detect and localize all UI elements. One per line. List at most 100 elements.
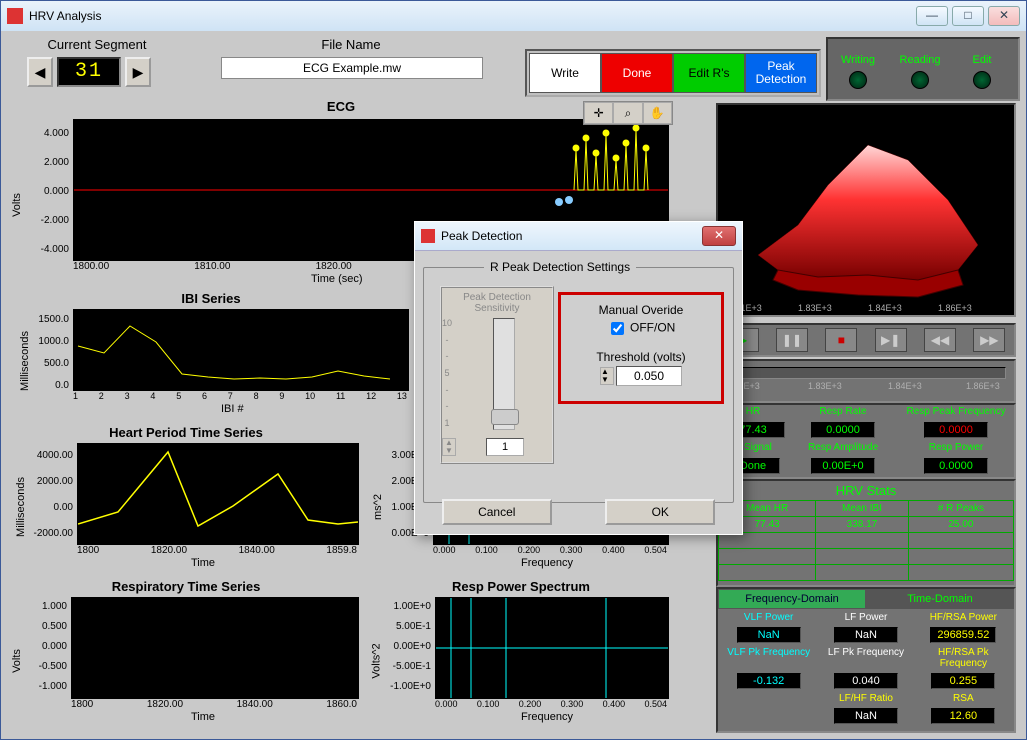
edit-rs-button[interactable]: Edit R's [673,53,745,93]
tab-time-domain[interactable]: Time-Domain [866,589,1014,609]
lf-power-value: NaN [834,627,898,643]
resppow-value: 0.0000 [924,458,988,474]
ecg-title: ECG [11,99,671,115]
dialog-icon [421,229,435,243]
resp-xlabel: Time [191,711,215,723]
hpps-xlabel: Frequency [521,557,573,569]
ibi-title: IBI Series [11,291,411,307]
time-slider[interactable]: 1.81E+3 1.83E+3 1.84E+3 1.86E+3 [716,359,1016,403]
titlebar: HRV Analysis — □ ✕ [1,1,1026,32]
rpps-chart: Resp Power Spectrum Volts^2 1.00E+05.00E… [371,579,671,729]
cancel-button[interactable]: Cancel [442,499,552,525]
resp-chart: Respiratory Time Series Volts 1.0000.500… [11,579,361,729]
hpts-chart: Heart Period Time Series Milliseconds 40… [11,425,361,575]
hf-power-value: 296859.52 [930,627,996,643]
pause-button[interactable]: ❚❚ [776,328,808,352]
ibi-chart: IBI Series Milliseconds 1500.0 1000.0 50… [11,291,411,421]
threshold-label: Threshold (volts) [561,350,721,364]
rpps-title: Resp Power Spectrum [371,579,671,595]
segment-next-button[interactable]: ▶ [125,57,151,87]
threshold-spinner[interactable]: ▲▼ [600,367,614,385]
rewind-button[interactable]: ◀◀ [924,328,956,352]
plot-toolbar: ✛ ⌕ ✋ [583,101,673,125]
peak-detection-button[interactable]: Peak Detection [745,53,817,93]
sensitivity-box: Peak Detection Sensitivity 10--5-- 1 ▲▼ … [440,286,554,464]
rpps-ylabel: Volts^2 [371,643,383,678]
segment-value[interactable]: 31 [57,57,121,87]
hpts-xlabel: Time [191,557,215,569]
hrv-stats-title: HRV Stats [718,481,1014,500]
hrv-stats-table: Mean HRMean IBI# R Peaks 77.43338.1725.0… [718,500,1014,581]
lfhf-ratio-value: NaN [834,708,898,724]
playback-controls: ▶ ❚❚ ■ ▶❚ ◀◀ ▶▶ [716,323,1016,357]
reading-led [911,71,929,89]
reading-led-label: Reading [898,53,943,67]
segment-label: Current Segment [27,37,167,52]
hpps-ylabel: ms^2 [372,494,384,520]
realtime-stats: HR Resp Rate Resp Peak Frequency 77.43 0… [716,403,1016,479]
dialog-title: Peak Detection [441,229,702,243]
sensitivity-value[interactable]: 1 [486,438,524,456]
hpts-plot[interactable] [77,443,359,545]
window-title: HRV Analysis [29,9,916,23]
override-checkbox[interactable] [611,322,624,335]
main-body: Current Segment ◀ 31 ▶ File Name ECG Exa… [1,31,1026,739]
filename-label: File Name [251,37,451,52]
group-legend: R Peak Detection Settings [484,260,636,274]
rpps-plot[interactable] [435,597,669,699]
ibi-xlabel: IBI # [221,403,244,415]
pan-tool-icon[interactable]: ✋ [643,102,672,124]
edit-led-label: Edit [971,53,994,67]
hf-pkfreq-value: 0.255 [931,673,995,689]
app-icon [7,8,23,24]
vlf-pkfreq-value: -0.132 [737,673,801,689]
rsa-value: 12.60 [931,708,995,724]
write-button[interactable]: Write [529,53,601,93]
hrv-stats-panel: HRV Stats Mean HRMean IBI# R Peaks 77.43… [716,479,1016,587]
vlf-power-value: NaN [737,627,801,643]
ecg-xlabel: Time (sec) [311,273,363,285]
override-label: Manual Overide [561,303,721,317]
led-panel: Writing Reading Edit [826,37,1020,101]
resprate-value: 0.0000 [811,422,875,438]
dialog-close-button[interactable]: ✕ [702,226,736,246]
respamp-value: 0.00E+0 [811,458,875,474]
override-highlight-frame: Manual Overide OFF/ON Threshold (volts) … [558,292,724,404]
tab-frequency-domain[interactable]: Frequency-Domain [718,589,866,609]
sens-spinner[interactable]: ▲▼ [442,438,456,456]
crosshair-tool-icon[interactable]: ✛ [584,102,613,124]
rpps-xlabel: Frequency [521,711,573,723]
resp-title: Respiratory Time Series [11,579,361,595]
zoom-tool-icon[interactable]: ⌕ [613,102,642,124]
close-button[interactable]: ✕ [988,6,1020,26]
ecg-ylabel: Volts [11,193,23,217]
segment-prev-button[interactable]: ◀ [27,57,53,87]
ffwd-button[interactable]: ▶▶ [973,328,1005,352]
offon-label: OFF/ON [630,321,675,335]
mode-buttons: Write Done Edit R's Peak Detection [525,49,821,97]
sensitivity-slider[interactable] [493,318,515,430]
minimize-button[interactable]: — [916,6,948,26]
writing-led-label: Writing [839,53,877,67]
filename-input[interactable]: ECG Example.mw [221,57,483,79]
freq-domain-panel: Frequency-Domain Time-Domain VLF Power L… [716,587,1016,733]
step-fwd-button[interactable]: ▶❚ [875,328,907,352]
resp-ylabel: Volts [11,649,23,673]
hpts-ylabel: Milliseconds [15,477,27,537]
ibi-plot[interactable] [73,309,409,391]
resp-plot[interactable] [71,597,359,699]
hpts-title: Heart Period Time Series [11,425,361,441]
surface-3d-plot[interactable]: 1.81E+3 1.83E+3 1.84E+3 1.86E+3 [716,103,1016,317]
resppeakfreq-value: 0.0000 [924,422,988,438]
r-peak-settings-group: R Peak Detection Settings Peak Detection… [423,267,734,503]
stop-button[interactable]: ■ [825,328,857,352]
app-window: HRV Analysis — □ ✕ Current Segment ◀ 31 … [0,0,1027,740]
maximize-button[interactable]: □ [952,6,984,26]
ok-button[interactable]: OK [605,499,715,525]
edit-led [973,71,991,89]
peak-detection-dialog: Peak Detection ✕ R Peak Detection Settin… [414,221,743,535]
done-button[interactable]: Done [601,53,673,93]
ibi-ylabel: Milliseconds [19,331,31,391]
threshold-input[interactable] [616,366,682,386]
writing-led [849,71,867,89]
